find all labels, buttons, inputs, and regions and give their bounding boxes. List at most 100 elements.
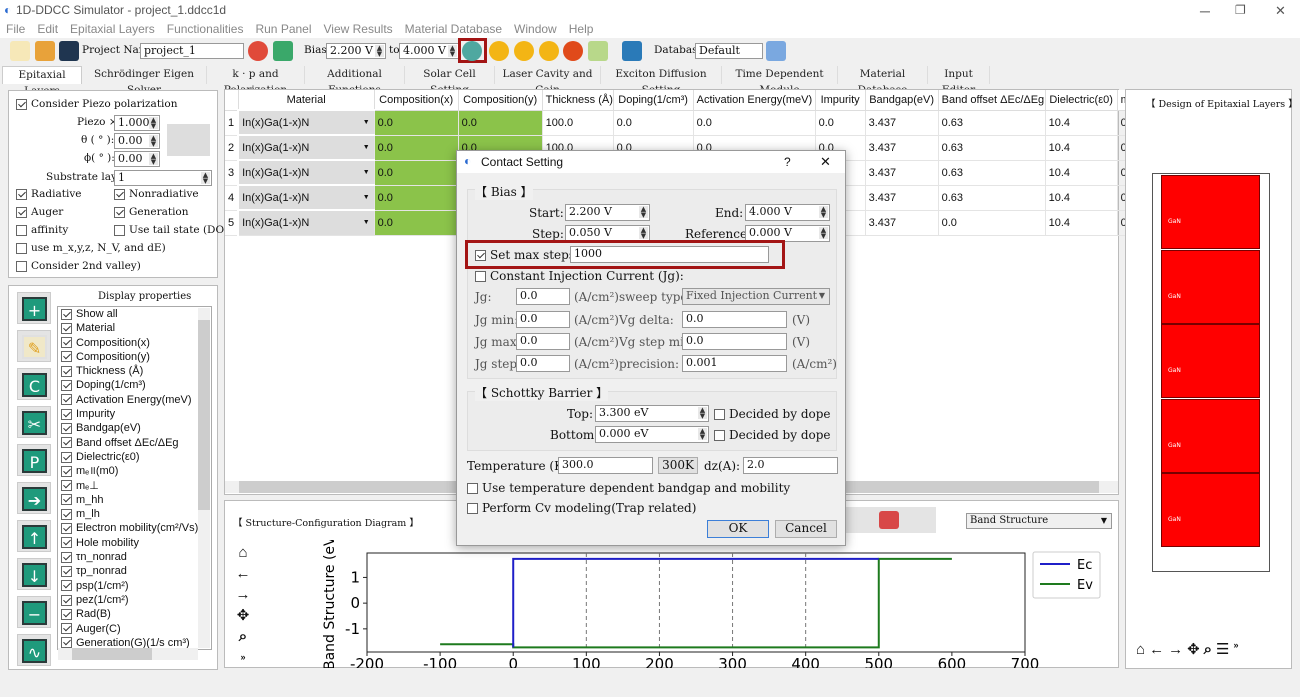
- second-valley-checkbox[interactable]: Consider 2nd valley): [16, 260, 141, 272]
- tab-1[interactable]: Schrödinger Eigen Solver: [82, 66, 207, 96]
- checkbox[interactable]: [61, 608, 72, 620]
- bottom-input[interactable]: 0.000 eV ▲ ▼: [595, 426, 709, 443]
- table-cell[interactable]: 10.4: [1045, 135, 1118, 161]
- column-header[interactable]: Thickness (Å): [542, 90, 614, 111]
- pan-icon[interactable]: ✥: [1187, 641, 1204, 658]
- table-cell[interactable]: 0.0: [938, 210, 1046, 236]
- table-cell[interactable]: 0.63: [938, 110, 1046, 136]
- checkbox[interactable]: [61, 380, 72, 392]
- property-item[interactable]: Rad(B): [58, 607, 211, 621]
- insert-button[interactable]: ➔: [17, 482, 51, 514]
- column-header[interactable]: Doping(1/cm³): [613, 90, 694, 111]
- reload-database-icon[interactable]: [766, 41, 786, 61]
- property-item[interactable]: Band offset ΔEc/ΔEg: [58, 436, 211, 450]
- generation-checkbox[interactable]: Generation: [114, 206, 189, 218]
- table-cell[interactable]: 0.0: [374, 210, 459, 236]
- tab-5[interactable]: Laser Cavity and Gain: [495, 66, 601, 96]
- spin-arrows-icon[interactable]: ▲ ▼: [448, 45, 457, 58]
- cancel-button[interactable]: Cancel: [775, 520, 837, 538]
- menu-functionalities[interactable]: Functionalities: [167, 20, 244, 38]
- list-hscrollbar[interactable]: [58, 648, 198, 660]
- plot-type-select[interactable]: Band Structure ▼: [966, 513, 1112, 529]
- zoom-icon[interactable]: ⌕: [1204, 641, 1216, 658]
- 300k-button[interactable]: 300K: [658, 457, 698, 474]
- run-file-icon[interactable]: [539, 41, 559, 61]
- max-steps-checkbox[interactable]: Set max steps:: [475, 248, 579, 262]
- close-window-button[interactable]: ✕: [1275, 3, 1286, 19]
- tab-2[interactable]: k · p and Polarization: [207, 66, 305, 96]
- ok-button[interactable]: OK: [707, 520, 769, 538]
- tab-9[interactable]: Input Editor: [928, 66, 990, 96]
- epitaxial-layer[interactable]: GaN: [1161, 249, 1260, 324]
- checkbox[interactable]: [61, 337, 72, 349]
- affinity-checkbox[interactable]: affinity: [16, 224, 68, 236]
- spin-arrows-icon[interactable]: ▲ ▼: [819, 227, 828, 240]
- property-item[interactable]: τn_nonrad: [58, 550, 211, 564]
- database-input[interactable]: Default: [695, 43, 763, 59]
- preview-image-icon[interactable]: [167, 124, 210, 156]
- zoom-icon[interactable]: ⌕: [235, 626, 251, 647]
- jg-max-input[interactable]: 0.0: [516, 333, 570, 350]
- property-item[interactable]: Composition(y): [58, 350, 211, 364]
- property-item[interactable]: Doping(1/cm³): [58, 378, 211, 392]
- checkbox[interactable]: [61, 365, 72, 377]
- checkbox[interactable]: [61, 565, 72, 577]
- column-header[interactable]: Impurity: [815, 90, 866, 111]
- menu-view-results[interactable]: View Results: [324, 20, 393, 38]
- menu-file[interactable]: File: [6, 20, 25, 38]
- more-icon[interactable]: »: [235, 647, 251, 668]
- settings-sliders-icon[interactable]: ☰: [1216, 641, 1233, 658]
- checkbox[interactable]: [61, 594, 72, 606]
- checkbox[interactable]: [61, 580, 72, 592]
- jg-min-input[interactable]: 0.0: [516, 311, 570, 328]
- material-select[interactable]: In(x)Ga(1-x)N ▼: [237, 109, 375, 136]
- radiative-checkbox[interactable]: Radiative: [16, 188, 81, 200]
- property-item[interactable]: Hole mobility: [58, 536, 211, 550]
- table-cell[interactable]: 3.437: [865, 160, 939, 186]
- checkbox[interactable]: [61, 451, 72, 463]
- project-name-input[interactable]: project_1: [140, 43, 244, 59]
- checkbox[interactable]: [61, 480, 72, 492]
- property-item[interactable]: m_lh: [58, 507, 211, 521]
- tab-7[interactable]: Time Dependent Module: [722, 66, 838, 96]
- tab-3[interactable]: Additional Functions: [305, 66, 405, 96]
- checkbox[interactable]: [61, 351, 72, 363]
- list-scrollbar[interactable]: [198, 308, 210, 648]
- table-cell[interactable]: 10.4: [1045, 210, 1118, 236]
- contact-setting-icon[interactable]: [462, 41, 482, 61]
- property-item[interactable]: τp_nonrad: [58, 564, 211, 578]
- end-input[interactable]: 4.000 V ▲ ▼: [745, 204, 830, 221]
- paste-button[interactable]: P: [17, 444, 51, 476]
- precision-input[interactable]: 0.001: [682, 355, 787, 372]
- move-down-button[interactable]: ↓: [17, 558, 51, 590]
- forward-arrow-icon[interactable]: →: [235, 584, 251, 605]
- plot-button[interactable]: ∿: [17, 634, 51, 666]
- property-item[interactable]: m_hh: [58, 493, 211, 507]
- checkbox[interactable]: [61, 508, 72, 520]
- forward-arrow-icon[interactable]: →: [1168, 641, 1187, 658]
- table-cell[interactable]: 10.4: [1045, 185, 1118, 211]
- temp-dependent-checkbox[interactable]: Use temperature dependent bandgap and mo…: [467, 481, 790, 495]
- table-cell[interactable]: 0.0: [815, 110, 866, 136]
- temperature-input[interactable]: 300.0: [558, 457, 653, 474]
- property-item[interactable]: Thickness (Å): [58, 364, 211, 378]
- checkbox[interactable]: [61, 494, 72, 506]
- tab-8[interactable]: Material Database: [838, 66, 928, 96]
- results-chart-icon[interactable]: [622, 41, 642, 61]
- property-item[interactable]: psp(1/cm²): [58, 579, 211, 593]
- home-icon[interactable]: ⌂: [1136, 641, 1149, 658]
- column-header[interactable]: Composition(y): [458, 90, 543, 111]
- table-cell[interactable]: 3.437: [865, 110, 939, 136]
- menu-window[interactable]: Window: [514, 20, 557, 38]
- material-select[interactable]: In(x)Ga(1-x)N ▼: [237, 134, 375, 161]
- table-cell[interactable]: 0.0: [374, 135, 459, 161]
- epitaxial-layer[interactable]: GaN: [1161, 473, 1260, 548]
- close-dialog-button[interactable]: ✕: [820, 154, 831, 170]
- spin-arrows-icon[interactable]: ▲ ▼: [819, 206, 828, 219]
- dz-input[interactable]: 2.0: [743, 457, 838, 474]
- checkbox[interactable]: [61, 523, 72, 535]
- table-cell[interactable]: 0.63: [938, 160, 1046, 186]
- menu-epitaxial-layers[interactable]: Epitaxial Layers: [70, 20, 155, 38]
- property-item[interactable]: mₑ⊥: [58, 479, 211, 493]
- spin-arrows-icon[interactable]: ▲ ▼: [639, 227, 648, 240]
